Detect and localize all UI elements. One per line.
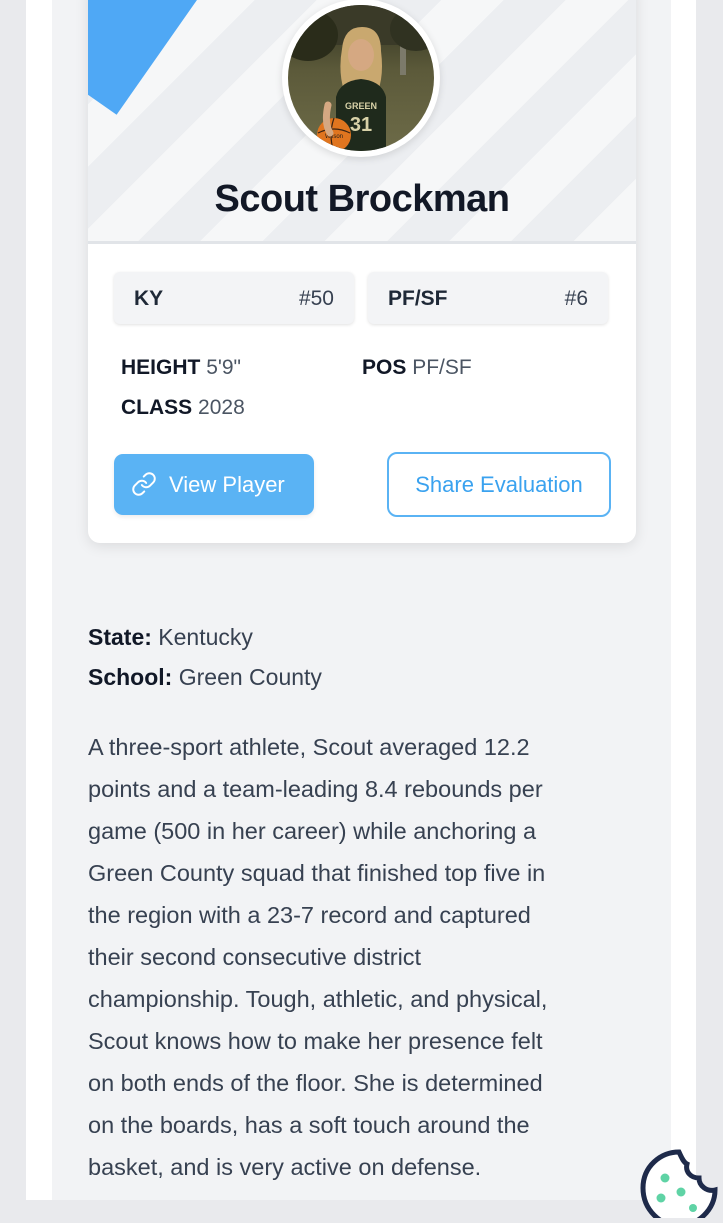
bio-line: on the boards, has a soft touch around t… xyxy=(88,1112,530,1138)
player-avatar: GREEN 31 Wilson xyxy=(288,5,434,151)
share-evaluation-button[interactable]: Share Evaluation xyxy=(387,452,611,517)
player-name: Scout Brockman xyxy=(214,178,510,220)
player-bio: A three-sport athlete, Scout averaged 12… xyxy=(88,726,636,1188)
school-label: School: xyxy=(88,664,173,690)
bio-line: A three-sport athlete, Scout averaged 12… xyxy=(88,734,530,760)
school-value: Green County xyxy=(178,664,322,690)
bio-line: Scout knows how to make her presence fel… xyxy=(88,1028,543,1054)
school-row: School: Green County xyxy=(88,657,322,697)
class-attribute: CLASS 2028 xyxy=(121,396,245,420)
player-card: GREEN 31 Wilson Scout Brockman KY #50 PF… xyxy=(88,0,636,543)
cookie-consent-button[interactable] xyxy=(635,1148,723,1223)
bio-line: their second consecutive district xyxy=(88,944,422,970)
bio-line: on both ends of the floor. She is determ… xyxy=(88,1070,543,1096)
cookie-icon xyxy=(640,1149,718,1223)
bio-line: points and a team-leading 8.4 rebounds p… xyxy=(88,776,543,802)
state-value: Kentucky xyxy=(158,624,253,650)
pos-label: POS xyxy=(362,356,407,379)
jersey-text: GREEN xyxy=(345,101,377,111)
link-icon xyxy=(131,471,157,503)
bio-line: Green County squad that finished top fiv… xyxy=(88,860,546,886)
pos-value: PF/SF xyxy=(412,356,472,379)
player-details: State: Kentucky School: Green County xyxy=(88,617,322,697)
height-label: HEIGHT xyxy=(121,356,201,379)
height-attribute: HEIGHT 5'9" xyxy=(121,356,241,380)
player-photo: GREEN 31 Wilson xyxy=(288,5,434,151)
bio-line: championship. Tough, athletic, and physi… xyxy=(88,986,548,1012)
ranking-value: #50 xyxy=(298,287,334,310)
view-player-label: View Player xyxy=(169,472,285,497)
ranking-label: KY xyxy=(134,287,164,310)
view-player-button[interactable]: View Player xyxy=(114,454,314,515)
ranking-label: PF/SF xyxy=(388,287,448,310)
bio-line: game (500 in her career) while anchoring… xyxy=(88,818,537,844)
bio-line: basket, and is very active on defense. xyxy=(88,1154,482,1180)
jersey-number: 31 xyxy=(350,114,372,136)
class-value: 2028 xyxy=(198,396,245,419)
state-label: State: xyxy=(88,624,152,650)
ranking-pill-position: PF/SF #6 xyxy=(368,272,608,324)
ranking-value: #6 xyxy=(564,287,588,310)
bio-line: the region with a 23-7 record and captur… xyxy=(88,902,531,928)
class-label: CLASS xyxy=(121,396,193,419)
header-accent-stripe xyxy=(88,0,215,115)
height-value: 5'9" xyxy=(206,356,242,379)
position-attribute: POS PF/SF xyxy=(362,356,472,380)
state-row: State: Kentucky xyxy=(88,617,322,657)
ranking-pill-state: KY #50 xyxy=(114,272,354,324)
